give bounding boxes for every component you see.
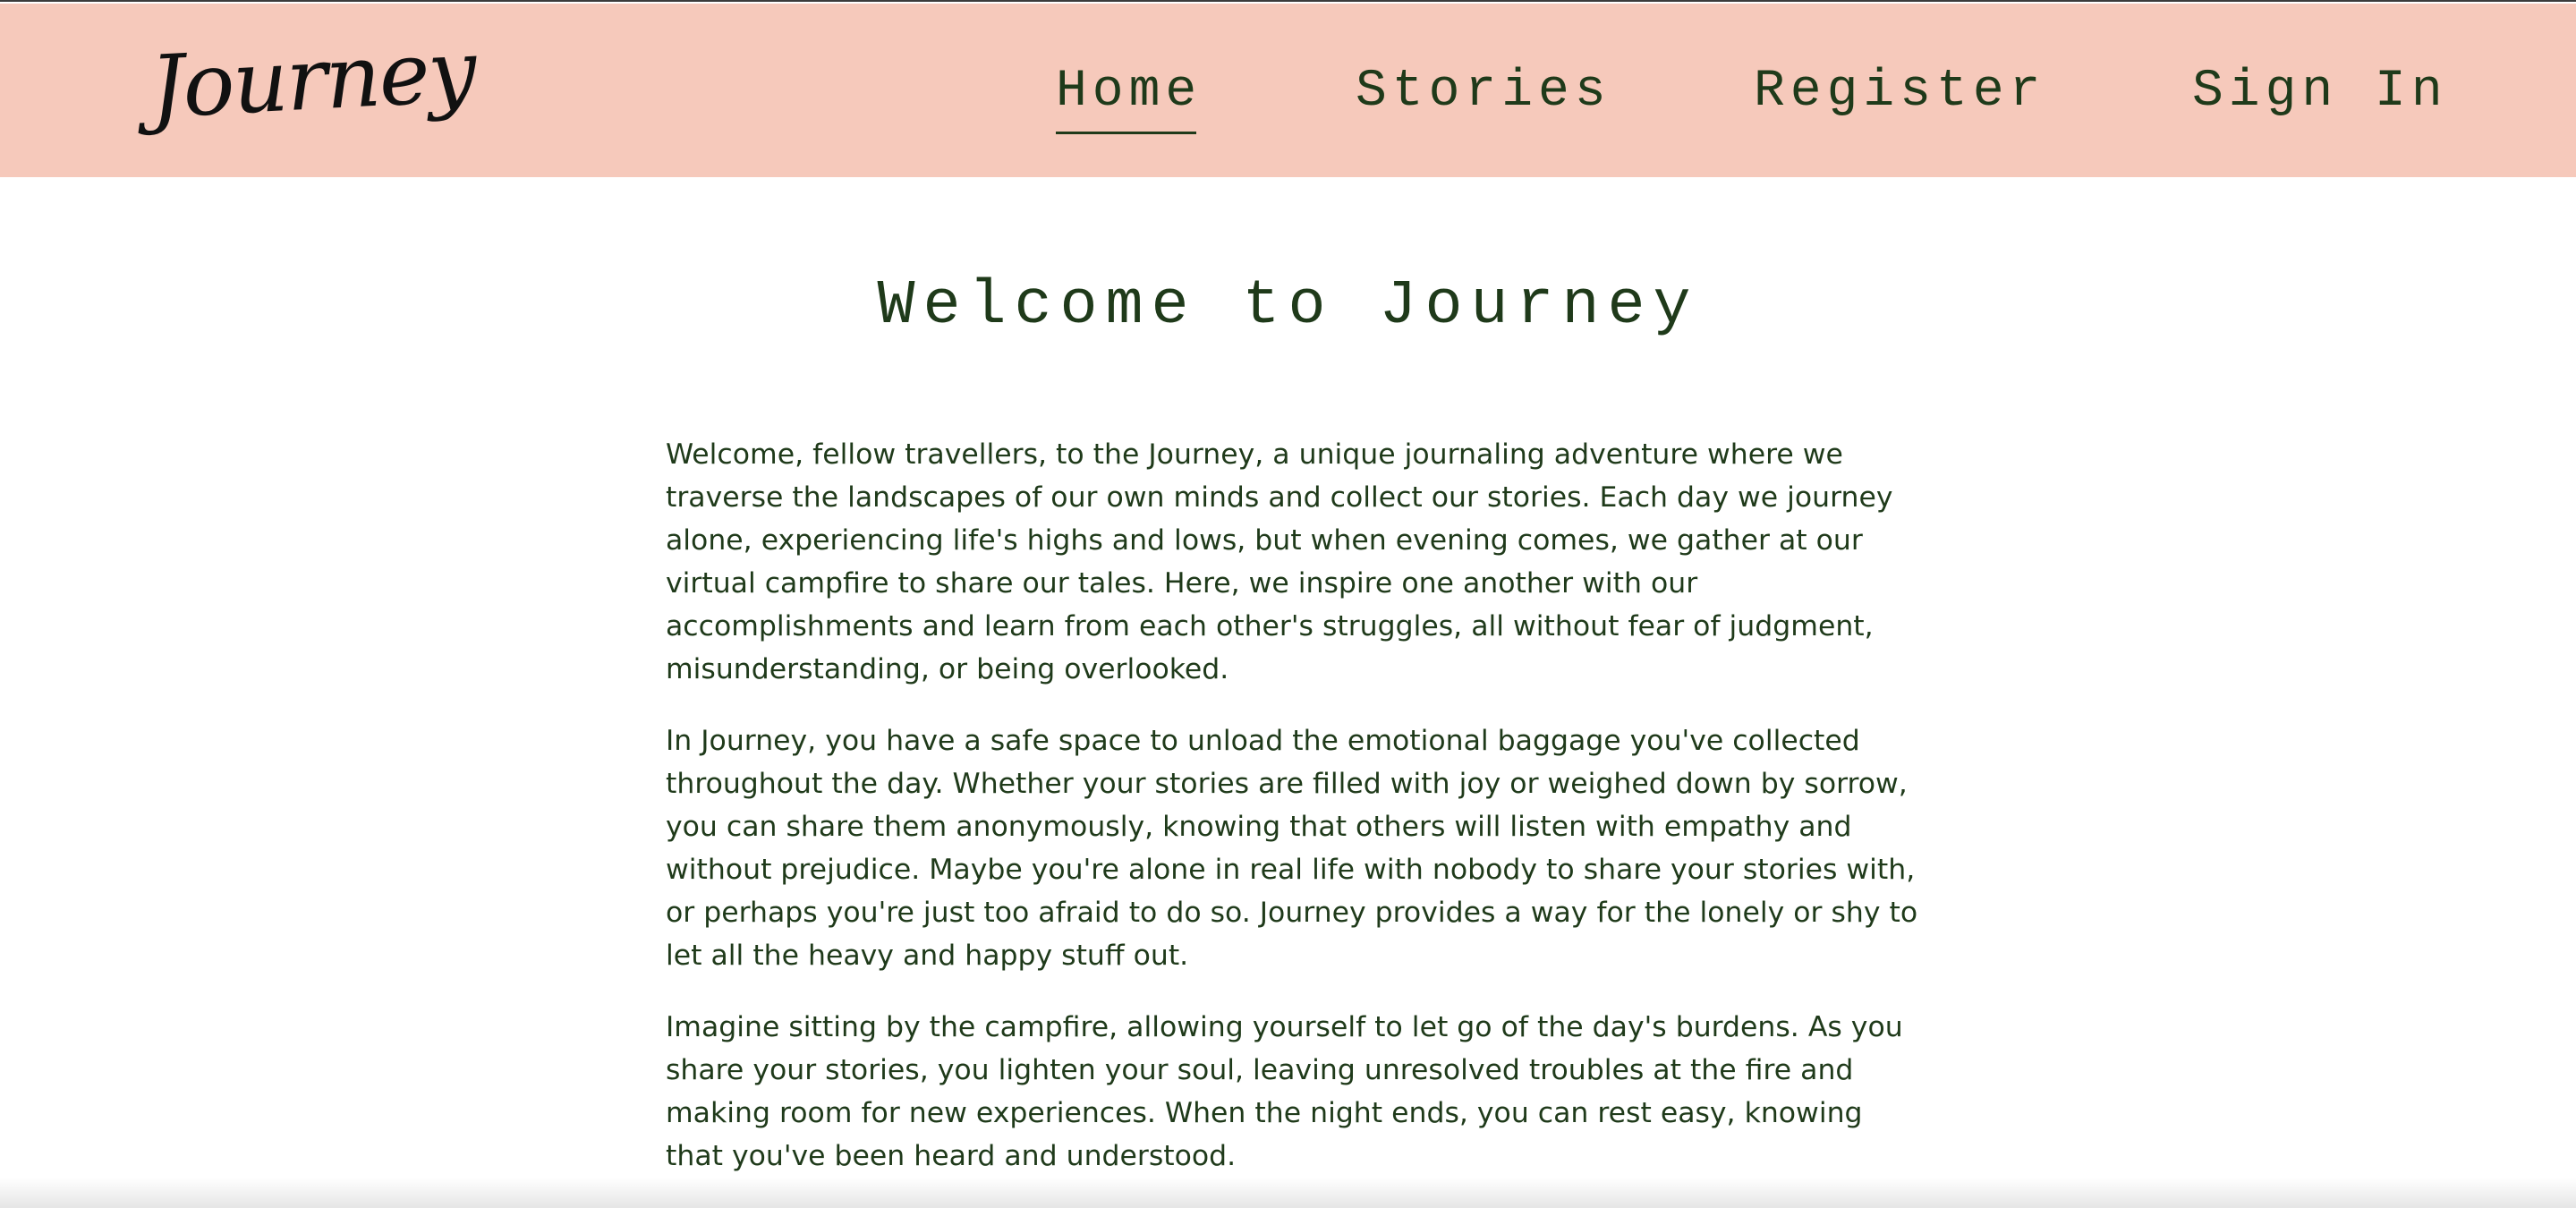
site-header: Journey Home Stories Register Sign In xyxy=(0,4,2576,177)
browser-viewport: Journey Home Stories Register Sign In We… xyxy=(0,0,2576,1208)
intro-paragraph-3: Imagine sitting by the campfire, allowin… xyxy=(666,1011,1903,1172)
intro-paragraph-2: In Journey, you have a safe space to unl… xyxy=(666,725,1918,972)
welcome-content: Welcome, fellow travellers, to the Journ… xyxy=(666,433,1918,1206)
nav-link-sign-in[interactable]: Sign In xyxy=(2192,52,2448,132)
main-nav: Home Stories Register Sign In xyxy=(0,52,2576,134)
page-title: Welcome to Journey xyxy=(877,271,1699,342)
intro-paragraph-1: Welcome, fellow travellers, to the Journ… xyxy=(666,438,1893,685)
bottom-edge-shadow xyxy=(0,1178,2576,1208)
nav-link-register[interactable]: Register xyxy=(1754,52,2045,132)
nav-link-stories[interactable]: Stories xyxy=(1356,52,1611,132)
nav-link-home[interactable]: Home xyxy=(1056,52,1202,134)
